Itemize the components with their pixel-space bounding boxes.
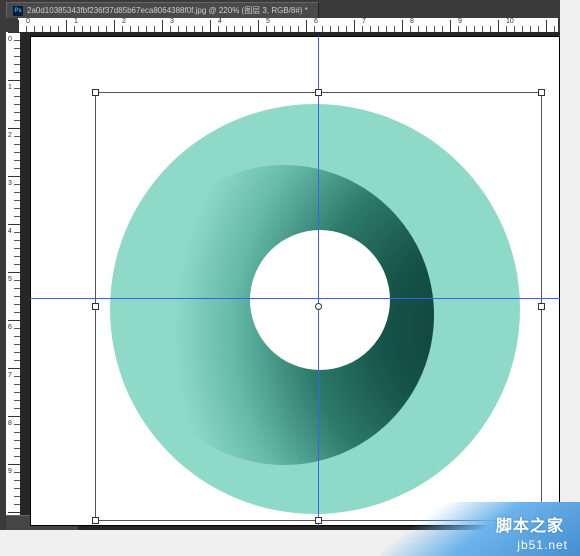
ruler-h-mark: 8	[410, 18, 414, 25]
watermark: 脚本之家 jb51.net	[380, 502, 580, 556]
ruler-h-mark: 3	[170, 18, 174, 25]
ruler-v-mark: 3	[8, 180, 12, 187]
canvas[interactable]	[30, 36, 560, 526]
watermark-site-name: 脚本之家	[496, 512, 564, 536]
ruler-v-mark: 4	[8, 228, 12, 235]
ruler-v-mark: 0	[8, 36, 12, 43]
transform-handle-top-right[interactable]	[538, 89, 545, 96]
document-tab[interactable]: Ps 2a0d10385343fbf236f37d85b67eca8064388…	[6, 2, 319, 18]
ruler-h-mark: 1	[74, 18, 78, 25]
ruler-horizontal[interactable]: 0 1 2 3 4 5 6 7 8 9 10	[18, 18, 558, 33]
watermark-url: jb51.net	[517, 538, 568, 552]
transform-bounding-box[interactable]	[95, 92, 542, 521]
ruler-h-mark: 10	[506, 18, 514, 25]
ruler-h-mark: 6	[314, 18, 318, 25]
ruler-h-mark: 2	[122, 18, 126, 25]
ruler-vertical[interactable]: 0 1 2 3 4 5 6 7 8 9 10	[6, 32, 21, 530]
ruler-h-mark: 0	[26, 18, 30, 25]
ruler-h-mark: 7	[362, 18, 366, 25]
transform-handle-top-left[interactable]	[92, 89, 99, 96]
transform-handle-mid-right[interactable]	[538, 303, 545, 310]
transform-handle-mid-left[interactable]	[92, 303, 99, 310]
ruler-h-mark: 5	[266, 18, 270, 25]
app-window: Ps 2a0d10385343fbf236f37d85b67eca8064388…	[0, 0, 580, 556]
ruler-v-mark: 5	[8, 276, 12, 283]
ruler-h-mark: 4	[218, 18, 222, 25]
document-tab-label: 2a0d10385343fbf236f37d85b67eca8064388f0f…	[27, 3, 308, 18]
ruler-v-mark: 9	[8, 468, 12, 475]
transform-handle-bottom-left[interactable]	[92, 517, 99, 524]
transform-handle-bottom-mid[interactable]	[315, 517, 322, 524]
ruler-v-mark: 2	[8, 132, 12, 139]
ruler-v-mark: 7	[8, 372, 12, 379]
ruler-h-mark: 9	[458, 18, 462, 25]
ruler-v-mark: 1	[8, 84, 12, 91]
ruler-v-mark: 8	[8, 420, 12, 427]
transform-handle-top-mid[interactable]	[315, 89, 322, 96]
ruler-v-mark: 6	[8, 324, 12, 331]
transform-handle-center[interactable]	[315, 303, 322, 310]
ps-app-icon: Ps	[13, 6, 23, 16]
